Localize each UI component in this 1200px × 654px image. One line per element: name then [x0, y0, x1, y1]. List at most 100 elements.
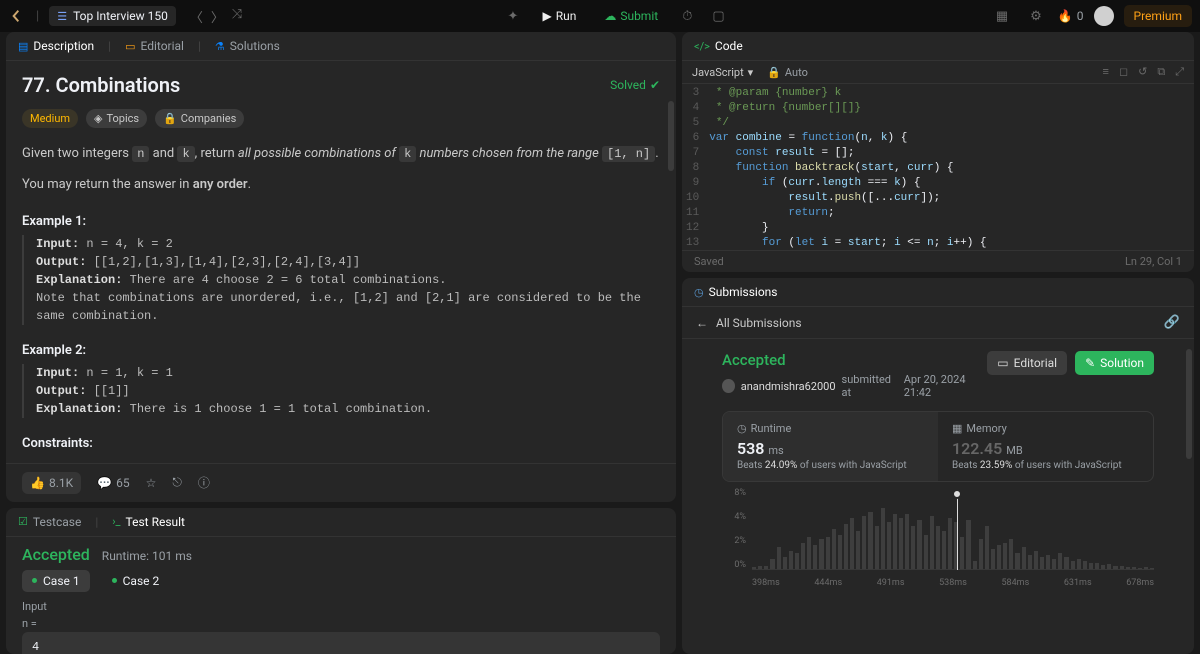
- topics-tag[interactable]: ◈ Topics: [86, 109, 147, 128]
- testcase-panel: ☑ Testcase | ›_ Test Result Accepted Run…: [6, 508, 676, 654]
- document-icon: ▤: [18, 40, 28, 53]
- book-icon: ▭: [125, 40, 135, 53]
- description-panel: ▤ Description | ▭ Editorial | ⚗ Solution…: [6, 32, 676, 502]
- run-button[interactable]: ▶ Run: [532, 5, 586, 28]
- runtime-metric[interactable]: ◷Runtime 538 ms Beats 24.09% of users wi…: [723, 412, 938, 481]
- user-avatar[interactable]: [1094, 6, 1114, 26]
- case-tab-2[interactable]: Case 2: [102, 570, 170, 592]
- prev-problem-icon[interactable]: 〈: [190, 7, 203, 26]
- tab-solutions[interactable]: ⚗ Solutions: [215, 39, 280, 53]
- submit-button[interactable]: ☁ Submit: [594, 5, 668, 28]
- tag-icon: ◈: [94, 112, 102, 125]
- study-plan-chip[interactable]: ☰ Top Interview 150: [49, 6, 176, 26]
- cloud-upload-icon: ☁: [604, 9, 616, 23]
- scrollbar[interactable]: [668, 101, 674, 171]
- back-to-all-submissions[interactable]: ← All Submissions: [696, 316, 802, 330]
- language-selector[interactable]: JavaScript ▾: [692, 66, 753, 79]
- tab-test-result[interactable]: ›_ Test Result: [112, 515, 185, 529]
- status-dot-icon: [32, 578, 37, 583]
- study-plan-name: Top Interview 150: [73, 9, 168, 23]
- terminal-icon: ›_: [112, 515, 120, 528]
- tab-editorial[interactable]: ▭ Editorial: [125, 39, 184, 53]
- tab-code[interactable]: </> Code: [694, 39, 743, 53]
- example-1-body: Input: n = 4, k = 2 Output: [[1,2],[1,3]…: [22, 235, 660, 325]
- autocomplete-indicator[interactable]: 🔒 Auto: [767, 66, 808, 79]
- share-icon: ⎋: [172, 475, 182, 490]
- case-tab-1[interactable]: Case 1: [22, 570, 90, 592]
- edit-icon: ✎: [1085, 356, 1095, 370]
- editorial-button[interactable]: ▭ Editorial: [987, 351, 1067, 375]
- bookmark-icon[interactable]: ◻: [1119, 65, 1128, 79]
- code-icon: </>: [694, 40, 710, 53]
- link-icon[interactable]: 🔗: [1164, 315, 1180, 330]
- difficulty-tag[interactable]: Medium: [22, 109, 78, 128]
- code-panel: </> Code JavaScript ▾ 🔒 Auto ≡: [682, 32, 1194, 272]
- check-box-icon: ☑: [18, 515, 28, 528]
- debug-icon[interactable]: ✦: [502, 5, 525, 28]
- save-status: Saved: [694, 255, 724, 268]
- share-button[interactable]: ⎋: [172, 475, 182, 490]
- like-button[interactable]: 👍 8.1K: [22, 472, 81, 494]
- thumbs-up-icon: 👍: [30, 476, 45, 490]
- premium-button[interactable]: Premium: [1124, 5, 1192, 27]
- input-label: Input: [22, 600, 660, 613]
- feedback-button[interactable]: ⓘ: [198, 474, 210, 491]
- submission-time: Apr 20, 2024 21:42: [904, 373, 988, 399]
- copy-icon[interactable]: ⧉: [1157, 65, 1165, 79]
- shuffle-icon[interactable]: ⤨: [232, 7, 242, 26]
- lock-icon: 🔒: [767, 66, 781, 79]
- input-var-n-label: n =: [22, 617, 660, 630]
- submission-author[interactable]: anandmishra62000: [741, 380, 836, 393]
- topbar: | ☰ Top Interview 150 〈 〉 ⤨ ✦ ▶ Run ☁ Su…: [0, 0, 1200, 32]
- solution-button[interactable]: ✎ Solution: [1075, 351, 1154, 375]
- scrollbar[interactable]: [1186, 349, 1192, 459]
- divider: |: [36, 9, 39, 24]
- comment-icon: 💬: [97, 476, 112, 490]
- input-var-n-value: 4: [22, 632, 660, 654]
- chip-icon: ▦: [952, 422, 962, 435]
- fire-icon: 🔥: [1058, 9, 1073, 23]
- streak-counter[interactable]: 🔥 0: [1058, 9, 1084, 23]
- testcase-status: Accepted: [22, 545, 90, 564]
- example-2-title: Example 2:: [22, 343, 660, 358]
- submission-meta: anandmishra62000 submitted at Apr 20, 20…: [722, 373, 987, 399]
- cursor-position: Ln 29, Col 1: [1125, 255, 1182, 268]
- tab-testcase[interactable]: ☑ Testcase: [18, 515, 81, 529]
- clock-icon: ◷: [694, 286, 704, 299]
- layout-icon[interactable]: ▦: [990, 5, 1014, 28]
- check-circle-icon: ✔: [650, 78, 660, 92]
- submission-status: Accepted: [722, 351, 987, 369]
- memory-metric[interactable]: ▦Memory 122.45 MB Beats 23.59% of users …: [938, 412, 1153, 481]
- clock-icon: ◷: [737, 422, 747, 435]
- book-icon: ▭: [997, 356, 1008, 370]
- example-1-title: Example 1:: [22, 214, 660, 229]
- runtime-histogram[interactable]: 8%4%2%0% 398ms444ms491ms538ms584ms631ms6…: [722, 488, 1154, 588]
- notes-icon[interactable]: ▢: [706, 5, 730, 28]
- fullscreen-icon[interactable]: ⤢: [1175, 65, 1184, 79]
- star-icon: ☆: [146, 476, 157, 490]
- example-2-body: Input: n = 1, k = 1 Output: [[1]] Explan…: [22, 364, 660, 418]
- next-problem-icon[interactable]: 〉: [211, 7, 224, 26]
- reset-icon[interactable]: ↺: [1138, 65, 1147, 79]
- format-icon[interactable]: ≡: [1103, 65, 1109, 79]
- tab-description[interactable]: ▤ Description: [18, 39, 94, 53]
- solved-badge: Solved ✔: [610, 78, 660, 92]
- comments-button[interactable]: 💬 65: [97, 476, 129, 490]
- code-editor[interactable]: 345678910111213141516171819 * @param {nu…: [682, 84, 1194, 250]
- timer-icon[interactable]: ⏱: [676, 5, 698, 28]
- leetcode-logo[interactable]: [8, 7, 26, 25]
- settings-icon[interactable]: ⚙: [1024, 5, 1048, 28]
- favorite-button[interactable]: ☆: [146, 476, 157, 490]
- user-avatar-small: [722, 379, 735, 393]
- testcase-runtime: Runtime: 101 ms: [102, 549, 192, 563]
- tab-submissions[interactable]: ◷ Submissions: [694, 285, 778, 299]
- question-icon: ⓘ: [198, 474, 210, 491]
- chevron-down-icon: ▾: [748, 66, 754, 79]
- lock-icon: 🔒: [163, 112, 177, 125]
- problem-statement: Given two integers n and k, return all p…: [22, 144, 660, 196]
- submissions-panel: ◷ Submissions ← All Submissions 🔗 Accept…: [682, 278, 1194, 654]
- companies-tag[interactable]: 🔒 Companies: [155, 109, 244, 128]
- status-dot-icon: [112, 578, 117, 583]
- constraints-title: Constraints:: [22, 436, 660, 451]
- flask-icon: ⚗: [215, 40, 225, 53]
